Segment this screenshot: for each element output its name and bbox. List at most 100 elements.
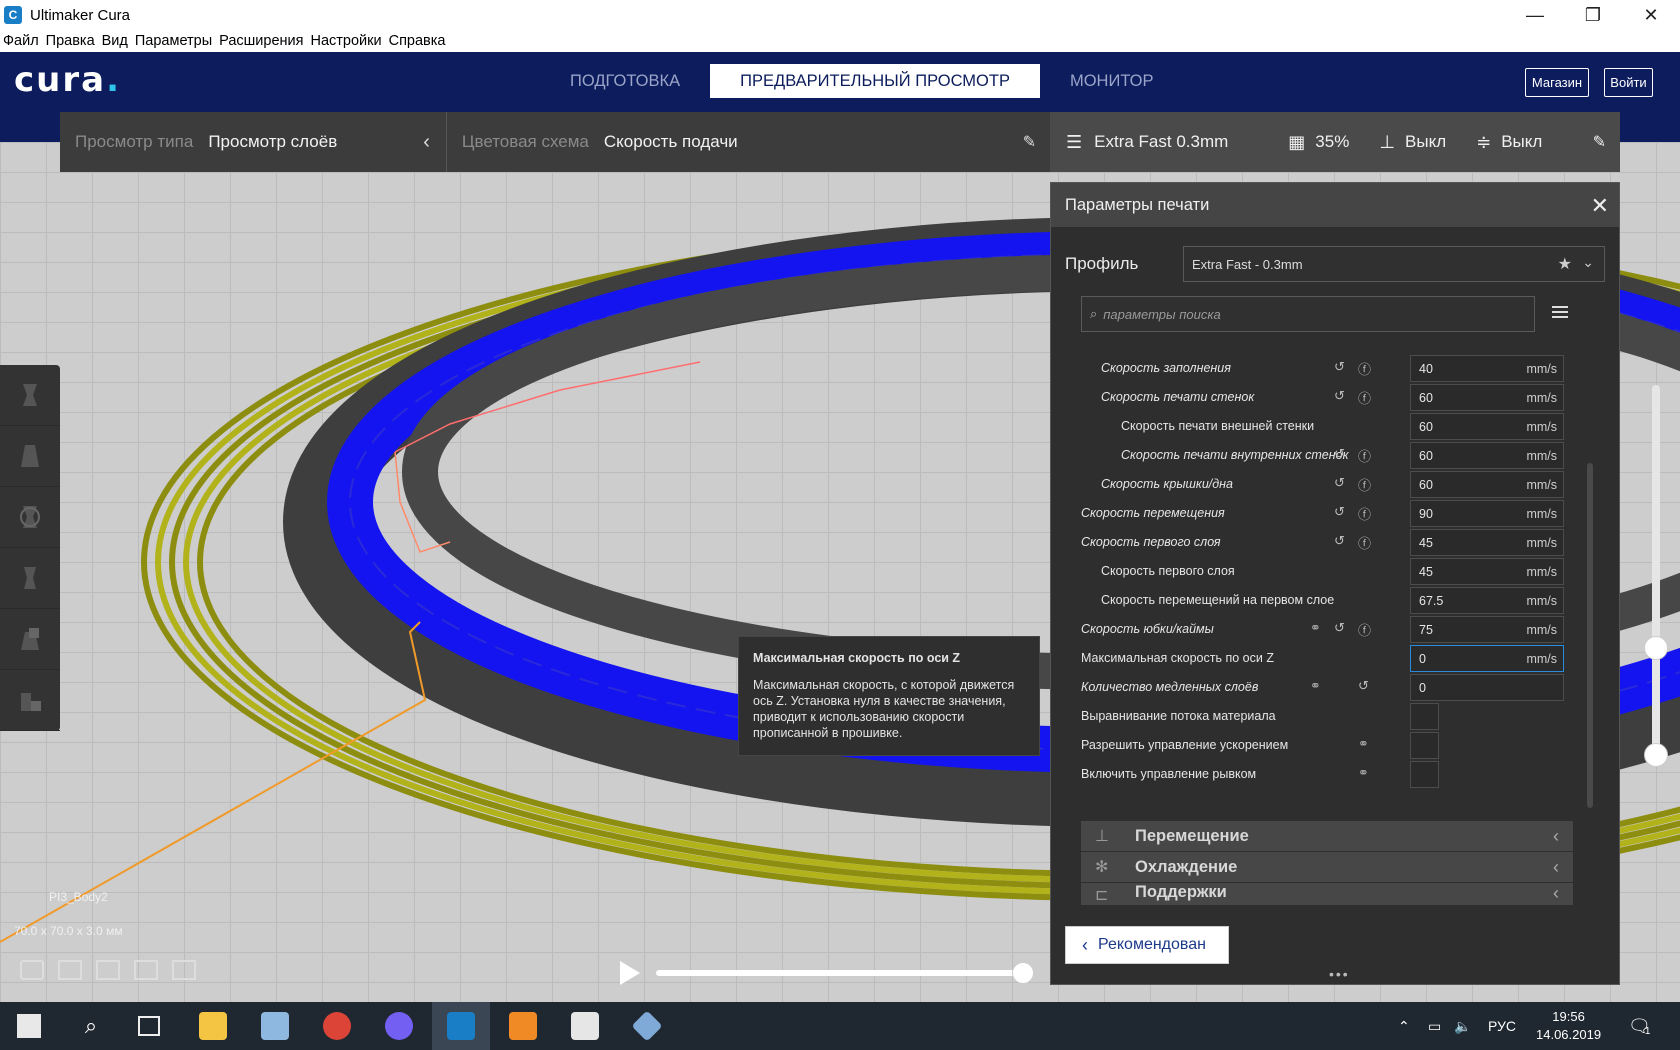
profile-dropdown[interactable]: Extra Fast - 0.3mm ★ ⌄ <box>1183 246 1605 282</box>
view-3d-icon[interactable] <box>20 960 44 980</box>
setting-input[interactable]: 45 mm/s <box>1410 529 1564 556</box>
reset-icon[interactable]: ↺ <box>1334 388 1352 406</box>
reset-icon[interactable]: ↺ <box>1334 504 1352 522</box>
menu-file[interactable]: Файл <box>3 33 39 49</box>
move-tool-icon[interactable] <box>0 365 60 426</box>
menu-view[interactable]: Вид <box>102 33 128 49</box>
view-left-icon[interactable] <box>134 960 158 980</box>
minimize-button[interactable]: — <box>1506 0 1564 30</box>
inherit-icon[interactable]: ⓕ <box>1358 533 1376 551</box>
layer-slider-track[interactable] <box>1652 385 1660 755</box>
per-model-settings-icon[interactable] <box>0 609 60 670</box>
fusion-icon[interactable] <box>494 1002 552 1050</box>
file-explorer-icon[interactable] <box>184 1002 242 1050</box>
chrome-icon[interactable] <box>308 1002 366 1050</box>
path-slider-handle[interactable] <box>1012 962 1034 984</box>
menu-settings[interactable]: Параметры <box>135 33 212 49</box>
chevron-left-icon[interactable]: ‹ <box>423 131 430 154</box>
setting-checkbox[interactable] <box>1410 732 1439 759</box>
setting-checkbox[interactable] <box>1410 761 1439 788</box>
link-icon[interactable]: ⚭ <box>1310 678 1328 696</box>
inherit-icon[interactable]: ⓕ <box>1358 620 1376 638</box>
marketplace-button[interactable]: Магазин <box>1525 68 1589 97</box>
scale-tool-icon[interactable] <box>0 426 60 487</box>
settings-menu-icon[interactable] <box>1549 301 1571 323</box>
volume-icon[interactable]: 🔈 <box>1454 1002 1471 1050</box>
tab-monitor[interactable]: МОНИТОР <box>1040 64 1184 98</box>
color-scheme-value[interactable]: Скорость подачи <box>604 132 738 152</box>
view-right-icon[interactable] <box>172 960 196 980</box>
link-icon[interactable]: ⚭ <box>1310 620 1328 638</box>
mirror-tool-icon[interactable] <box>0 548 60 609</box>
tab-preview[interactable]: ПРЕДВАРИТЕЛЬНЫЙ ПРОСМОТР <box>710 64 1040 98</box>
setting-input[interactable]: 40 mm/s <box>1410 355 1564 382</box>
settings-scrollbar[interactable] <box>1587 463 1593 808</box>
category-travel[interactable]: ⊥ Перемещение ‹ <box>1081 821 1573 851</box>
pencil-icon[interactable]: ✎ <box>1023 132 1036 152</box>
menu-extensions[interactable]: Расширения <box>219 33 303 49</box>
viber-icon[interactable] <box>370 1002 428 1050</box>
cube-app-icon[interactable] <box>618 1002 676 1050</box>
rotate-tool-icon[interactable] <box>0 487 60 548</box>
link-icon[interactable]: ⚭ <box>1358 736 1376 754</box>
close-window-button[interactable]: ✕ <box>1622 0 1680 30</box>
print-setup-bar[interactable]: ☰ Extra Fast 0.3mm ▦ 35% ⊥ Выкл ≑ Выкл ✎ <box>1050 112 1620 172</box>
view-type-value[interactable]: Просмотр слоёв <box>208 132 337 152</box>
recommended-button[interactable]: ‹ Рекомендован <box>1065 926 1229 964</box>
menu-help[interactable]: Справка <box>389 33 446 49</box>
reset-icon[interactable]: ↺ <box>1358 678 1376 696</box>
menu-edit[interactable]: Правка <box>46 33 95 49</box>
inherit-icon[interactable]: ⓕ <box>1358 446 1376 464</box>
setting-input[interactable]: 60 mm/s <box>1410 471 1564 498</box>
notifications-icon[interactable]: 🗨 1 <box>1628 1002 1651 1050</box>
task-view-icon[interactable] <box>120 1002 178 1050</box>
setting-input[interactable]: 0 <box>1410 674 1564 701</box>
setting-input[interactable]: 75 mm/s <box>1410 616 1564 643</box>
maximize-button[interactable]: ❐ <box>1564 0 1622 30</box>
menu-preferences[interactable]: Настройки <box>311 33 382 49</box>
reset-icon[interactable]: ↺ <box>1334 620 1352 638</box>
path-slider-track[interactable] <box>656 970 1026 976</box>
cura-taskbar-icon[interactable] <box>432 1002 490 1050</box>
network-icon[interactable]: ▭ <box>1428 1002 1441 1050</box>
view-front-icon[interactable] <box>58 960 82 980</box>
setting-input[interactable]: 60 mm/s <box>1410 384 1564 411</box>
inherit-icon[interactable]: ⓕ <box>1358 475 1376 493</box>
setting-input[interactable]: 60 mm/s <box>1410 442 1564 469</box>
clock[interactable]: 19:56 14.06.2019 <box>1536 1002 1601 1050</box>
reset-icon[interactable]: ↺ <box>1334 359 1352 377</box>
setting-input[interactable]: 60 mm/s <box>1410 413 1564 440</box>
pencil-icon[interactable]: ✎ <box>1593 132 1606 152</box>
category-cooling[interactable]: ✻ Охлаждение ‹ <box>1081 852 1573 882</box>
inherit-icon[interactable]: ⓕ <box>1358 359 1376 377</box>
inherit-icon[interactable]: ⓕ <box>1358 388 1376 406</box>
support-blocker-icon[interactable] <box>0 670 60 731</box>
setting-input[interactable]: 45 mm/s <box>1410 558 1564 585</box>
setting-input[interactable]: 0 mm/s <box>1410 645 1564 672</box>
reset-icon[interactable]: ↺ <box>1334 533 1352 551</box>
remote-desktop-icon[interactable] <box>246 1002 304 1050</box>
layer-slider-upper-handle[interactable] <box>1644 636 1668 660</box>
tray-chevron-icon[interactable]: ⌃ <box>1398 1002 1410 1050</box>
resize-handle-icon[interactable]: ••• <box>1329 966 1350 982</box>
setting-input[interactable]: 90 mm/s <box>1410 500 1564 527</box>
star-icon[interactable]: ★ <box>1558 254 1572 274</box>
setting-input[interactable]: 67.5 mm/s <box>1410 587 1564 614</box>
document-app-icon[interactable] <box>556 1002 614 1050</box>
search-icon[interactable]: ⌕ <box>62 1002 120 1050</box>
close-icon[interactable]: ✕ <box>1591 193 1609 219</box>
link-icon[interactable]: ⚭ <box>1358 765 1376 783</box>
signin-button[interactable]: Войти <box>1604 68 1653 97</box>
tab-prepare[interactable]: ПОДГОТОВКА <box>540 64 710 98</box>
settings-search-input[interactable]: ⌕ параметры поиска <box>1081 296 1535 332</box>
category-support[interactable]: ⊏ Поддержки ‹ <box>1081 883 1573 905</box>
view-top-icon[interactable] <box>96 960 120 980</box>
play-icon[interactable] <box>620 961 640 985</box>
inherit-icon[interactable]: ⓕ <box>1358 504 1376 522</box>
windows-start-icon[interactable] <box>0 1002 58 1050</box>
language-indicator[interactable]: РУС <box>1488 1002 1516 1050</box>
setting-checkbox[interactable] <box>1410 703 1439 730</box>
reset-icon[interactable]: ↺ <box>1334 446 1352 464</box>
reset-icon[interactable]: ↺ <box>1334 475 1352 493</box>
layer-slider-lower-handle[interactable] <box>1644 743 1668 767</box>
